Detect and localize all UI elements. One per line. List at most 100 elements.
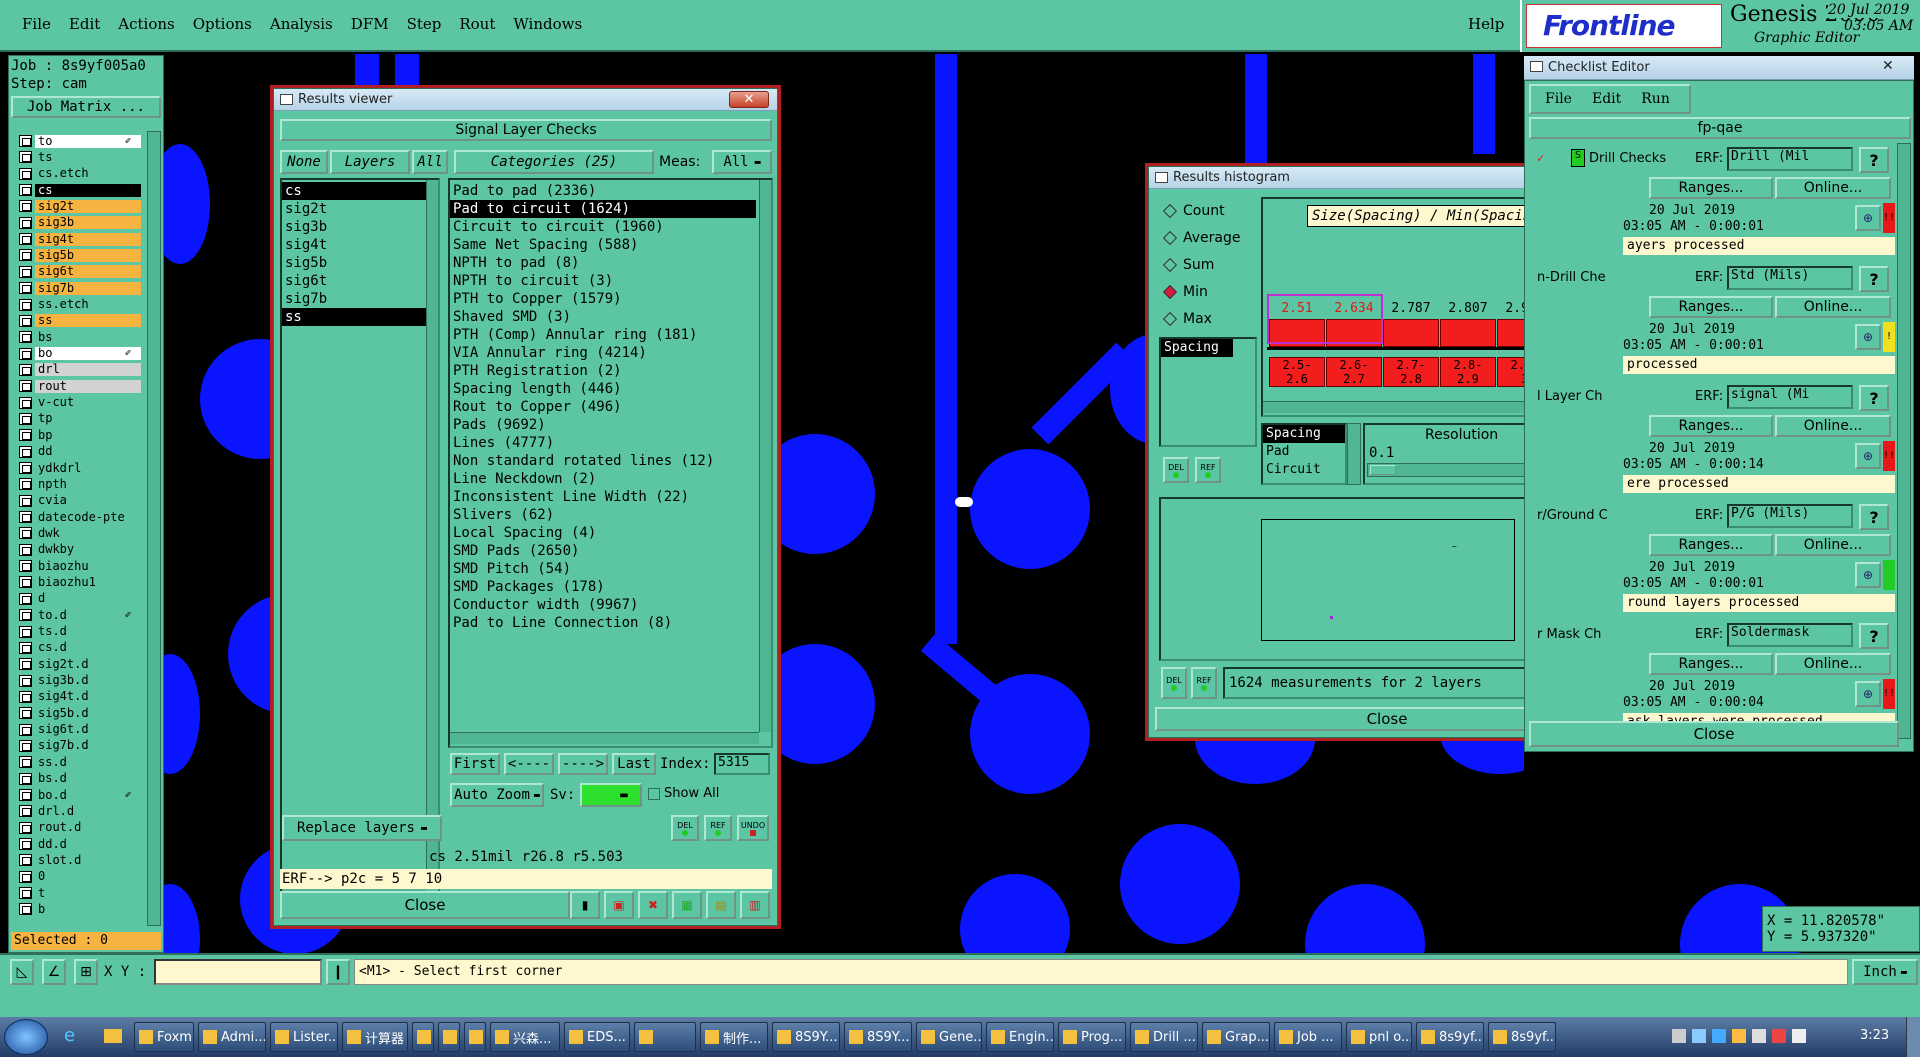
layer-row[interactable]: dd.d <box>19 837 141 851</box>
help-icon[interactable]: ? <box>1859 623 1889 649</box>
erf-field[interactable]: Std (Mils) <box>1727 266 1853 290</box>
speaker-icon[interactable] <box>1792 1029 1806 1043</box>
layer-row[interactable]: ts.d <box>19 625 141 639</box>
layer-row[interactable]: sig3b <box>19 216 141 230</box>
histogram-bar[interactable] <box>1383 319 1439 347</box>
layer-checkbox[interactable] <box>19 674 32 687</box>
layer-checkbox[interactable] <box>19 838 32 851</box>
categories-button[interactable]: Categories (25) <box>454 150 654 174</box>
layer-row[interactable]: rout.d <box>19 821 141 835</box>
rv-category-item[interactable]: SMD Packages (178) <box>450 578 771 596</box>
layer-checkbox[interactable] <box>19 772 32 785</box>
taskbar-item[interactable]: Engin... <box>986 1022 1054 1052</box>
graph-icon[interactable]: ▦ <box>672 891 702 919</box>
tray-icon[interactable] <box>1732 1029 1746 1043</box>
ranges-button[interactable]: Ranges... <box>1649 296 1773 318</box>
layer-row[interactable]: drl <box>19 363 141 377</box>
replace-layers-dropdown[interactable]: Replace layers ▬ <box>282 815 442 841</box>
layer-checkbox[interactable] <box>19 887 32 900</box>
mode-count[interactable]: Count <box>1159 197 1259 224</box>
rv-category-list[interactable]: Pad to pad (2336) Pad to circuit (1624) Ci… <box>448 178 773 748</box>
mode-average[interactable]: Average <box>1159 224 1259 251</box>
hist-del-button-2[interactable]: DEL <box>1161 667 1187 699</box>
field-item[interactable]: Circuit <box>1263 461 1345 479</box>
online-button[interactable]: Online... <box>1775 177 1891 199</box>
taskbar-item[interactable]: 计算器 <box>342 1022 408 1052</box>
menu-windows[interactable]: Windows <box>513 15 582 33</box>
layer-row[interactable]: datecode-pte <box>19 510 141 524</box>
help-icon[interactable]: ? <box>1859 147 1889 173</box>
rv-close-button[interactable]: Close <box>280 891 570 919</box>
layer-row[interactable]: ss <box>19 314 141 328</box>
layer-row[interactable]: dwk <box>19 526 141 540</box>
checklist-menu-edit[interactable]: Edit <box>1592 91 1621 107</box>
rv-category-item[interactable]: PTH to Copper (1579) <box>450 290 771 308</box>
bin-range-label[interactable]: 2.5- 2.6 <box>1269 357 1325 387</box>
taskbar-item[interactable]: 8S9Y... <box>772 1022 840 1052</box>
layer-checkbox[interactable] <box>19 903 32 916</box>
taskbar-item[interactable]: Admi... <box>198 1022 266 1052</box>
menu-file[interactable]: File <box>22 15 51 33</box>
layer-checkbox[interactable] <box>19 789 32 801</box>
hist-ref-button-2[interactable]: REF <box>1191 667 1217 699</box>
field-item[interactable]: Pad <box>1263 443 1345 461</box>
layer-row[interactable]: cs.d <box>19 641 141 655</box>
layer-checkbox[interactable] <box>19 462 32 474</box>
layer-checkbox[interactable] <box>19 690 32 703</box>
sv-color-dropdown[interactable]: ▬ <box>580 783 642 807</box>
rv-category-item[interactable]: Same Net Spacing (588) <box>450 236 771 254</box>
all-button[interactable]: All <box>412 150 448 174</box>
xy-input[interactable] <box>154 959 322 985</box>
layer-row[interactable]: sig4t.d <box>19 690 141 704</box>
rv-category-item[interactable]: Pads (9692) <box>450 416 771 434</box>
rv-category-item[interactable]: Pad to pad (2336) <box>450 182 771 200</box>
layer-checkbox[interactable] <box>19 821 32 834</box>
action-name[interactable]: r/Ground C <box>1537 508 1689 523</box>
layer-checkbox[interactable] <box>19 478 32 491</box>
layer-row[interactable]: sig3b.d <box>19 674 141 688</box>
layer-row[interactable]: 0 <box>19 870 141 884</box>
bin-range-label[interactable]: 2.6- 2.7 <box>1326 357 1382 387</box>
rv-category-item[interactable]: SMD Pads (2650) <box>450 542 771 560</box>
results-viewer-titlebar[interactable]: Results viewer ✕ <box>274 89 777 111</box>
rv-layer-item[interactable]: sig5b <box>282 254 438 272</box>
rv-category-item[interactable]: Local Spacing (4) <box>450 524 771 542</box>
action-name[interactable]: l Layer Ch <box>1537 389 1689 404</box>
zoom-dropdown[interactable]: Auto Zoom ▬ <box>450 783 544 807</box>
rv-category-item[interactable]: PTH Registration (2) <box>450 362 771 380</box>
layer-checkbox[interactable] <box>19 723 32 736</box>
layer-checkbox[interactable] <box>19 870 32 883</box>
rv-category-item[interactable]: Rout to Copper (496) <box>450 398 771 416</box>
layer-checkbox[interactable] <box>19 625 32 638</box>
checklist-close-button[interactable]: Close <box>1529 721 1899 747</box>
ranges-button[interactable]: Ranges... <box>1649 415 1773 437</box>
taskbar-item[interactable]: 兴森... <box>490 1022 560 1052</box>
layer-checkbox[interactable] <box>19 739 32 752</box>
layer-checkbox[interactable] <box>19 167 32 180</box>
rv-category-item[interactable]: Lines (4777) <box>450 434 771 452</box>
layer-checkbox[interactable] <box>19 609 32 622</box>
layer-checkbox[interactable] <box>19 200 32 213</box>
layer-checkbox[interactable] <box>19 298 32 311</box>
meas-dropdown[interactable]: All ▬ <box>712 150 772 174</box>
layer-checkbox[interactable] <box>19 412 32 425</box>
layer-row[interactable]: sig7b.d <box>19 739 141 753</box>
menu-edit[interactable]: Edit <box>69 15 100 33</box>
last-button[interactable]: Last <box>612 753 656 775</box>
ranges-button[interactable]: Ranges... <box>1649 177 1773 199</box>
none-button[interactable]: None <box>280 150 328 174</box>
mode-sum[interactable]: Sum <box>1159 251 1259 278</box>
layer-row[interactable]: to ✐ <box>19 134 141 148</box>
rv-category-item[interactable]: Shaved SMD (3) <box>450 308 771 326</box>
layer-row[interactable]: bo ✐ <box>19 347 141 361</box>
histogram-bar[interactable] <box>1440 319 1496 347</box>
layer-checkbox[interactable] <box>19 265 32 278</box>
field-vscroll[interactable] <box>1347 423 1361 485</box>
layer-checkbox[interactable] <box>19 282 32 295</box>
rv-layer-item[interactable]: ss <box>282 308 426 326</box>
layer-checkbox[interactable] <box>19 576 32 589</box>
taskbar-item[interactable]: 8s9yf... <box>1488 1022 1556 1052</box>
layer-checkbox[interactable] <box>19 560 32 573</box>
layer-checkbox[interactable] <box>19 396 32 409</box>
layer-checkbox[interactable] <box>19 494 32 507</box>
